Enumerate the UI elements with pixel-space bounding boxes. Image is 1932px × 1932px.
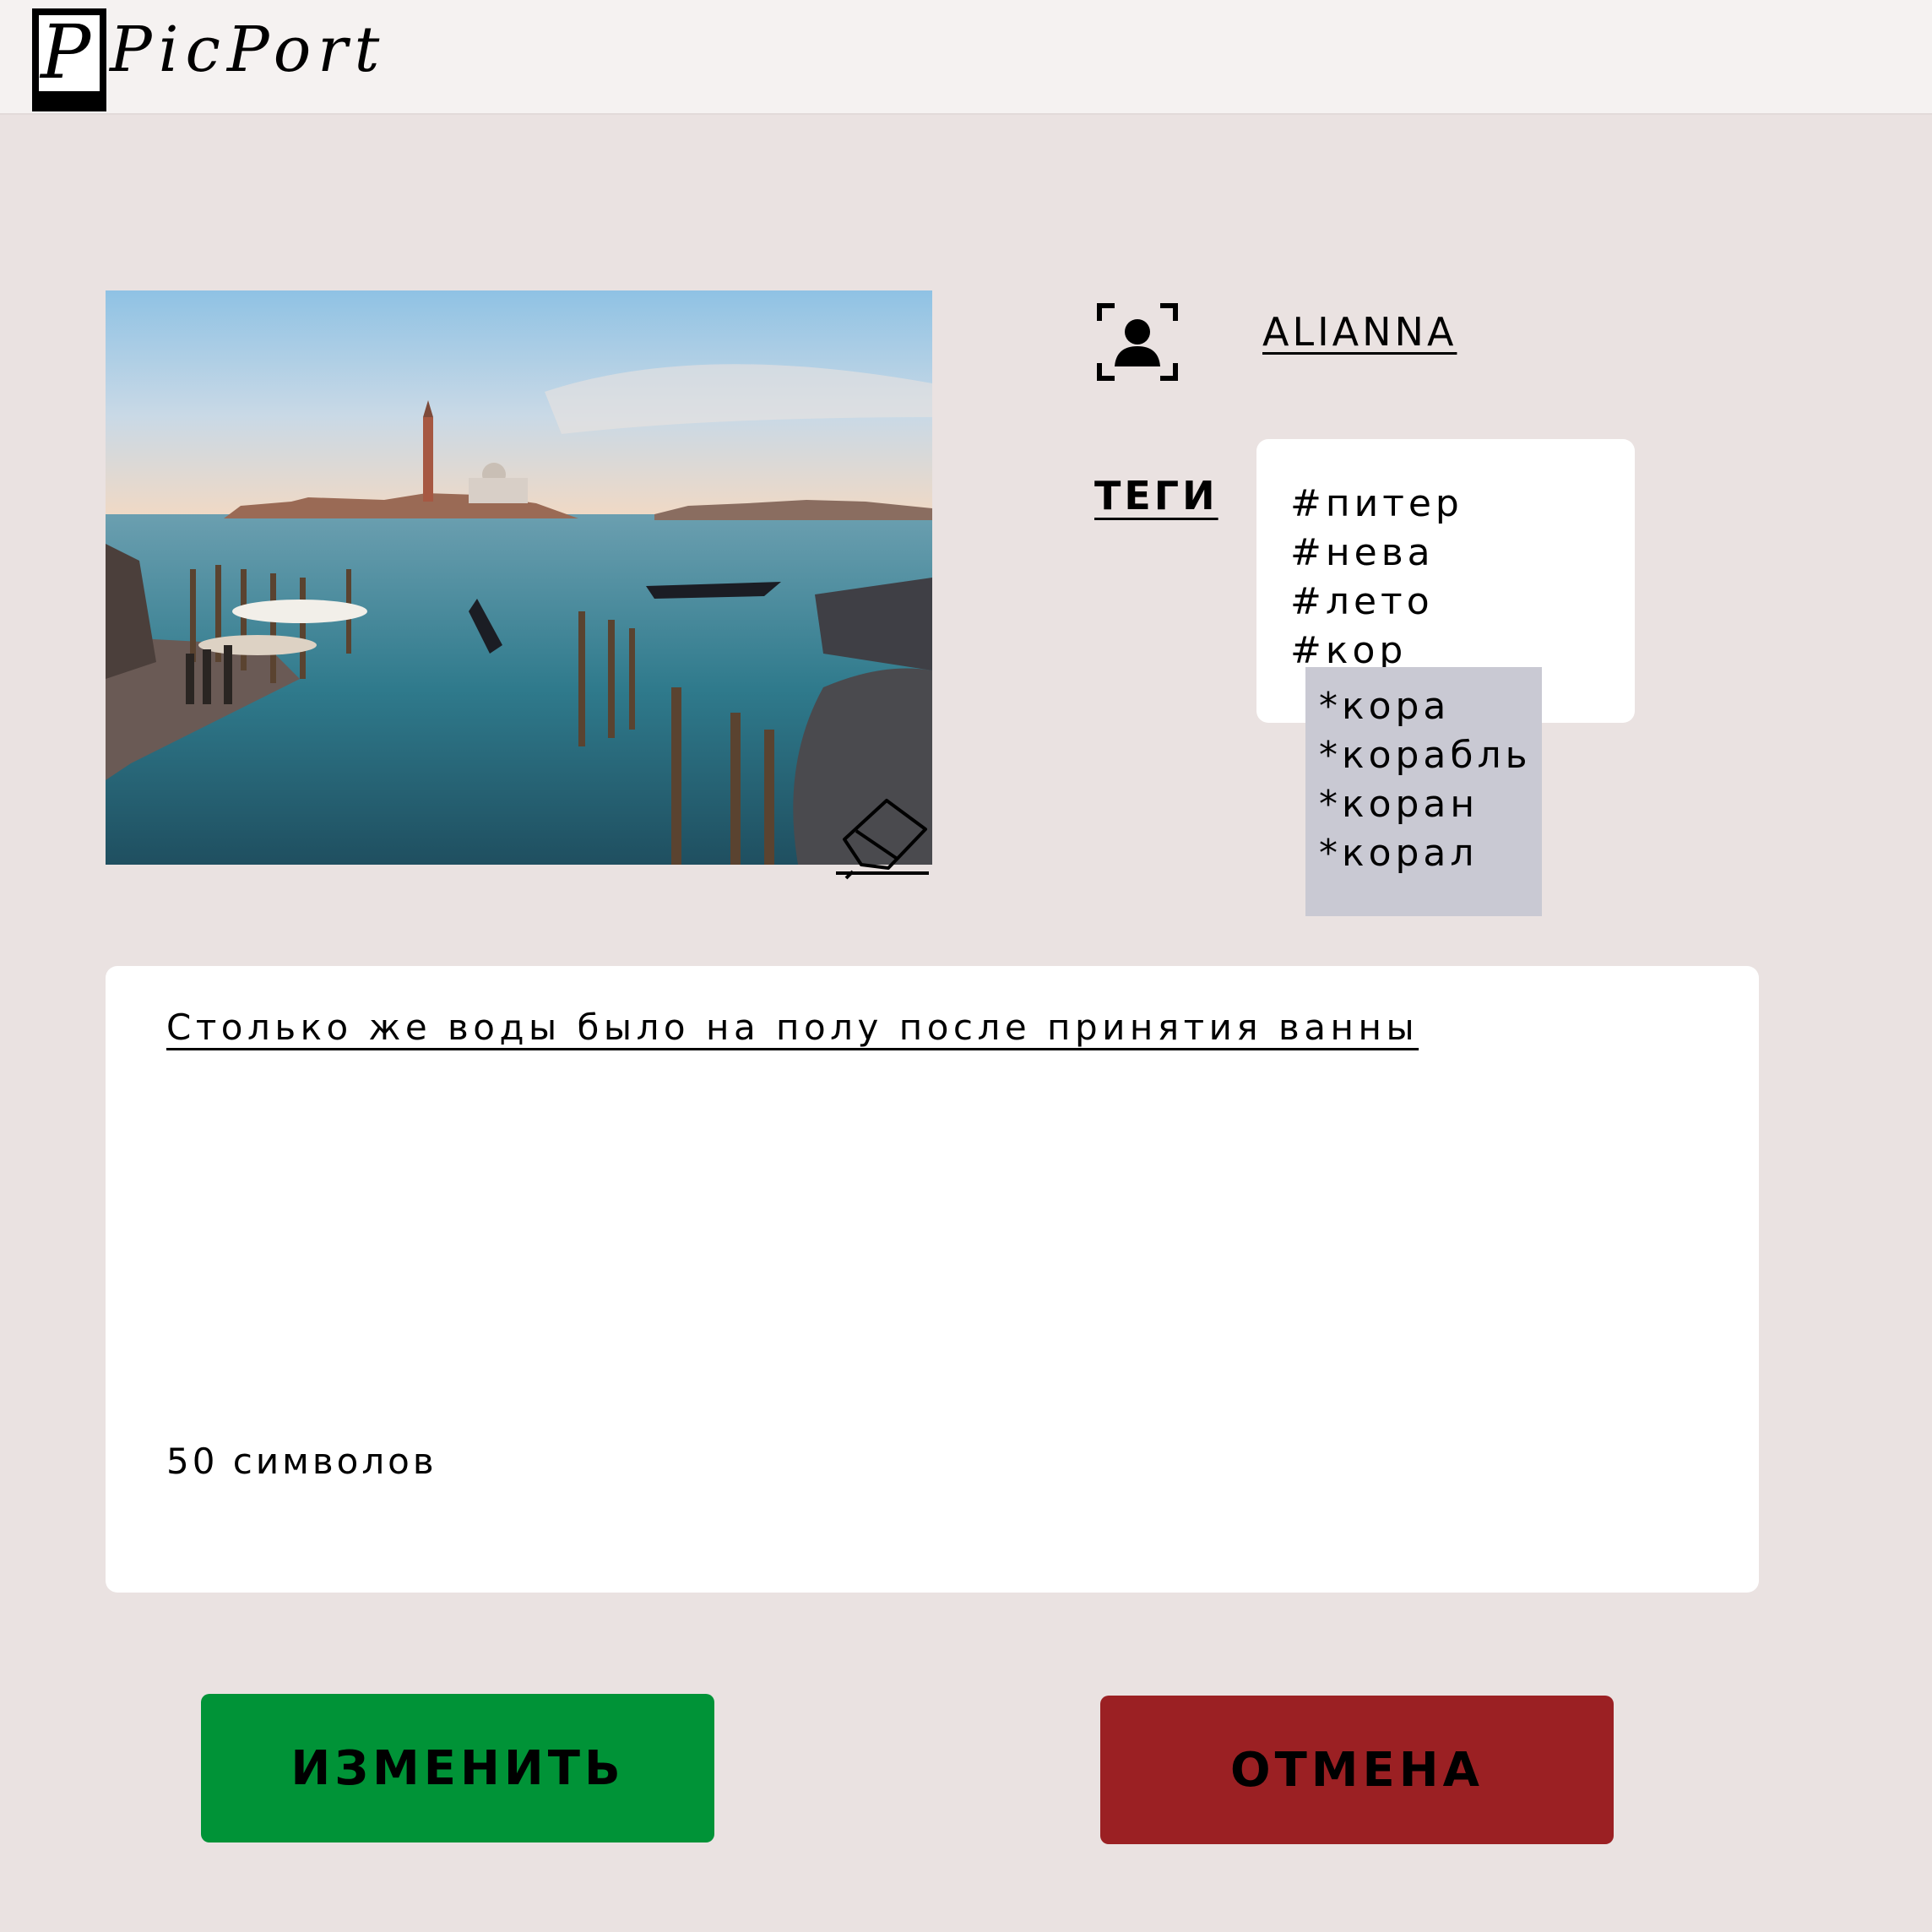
username-link[interactable]: ALIANNA: [1262, 309, 1457, 355]
logo-text: PicPort: [110, 14, 387, 86]
tag-item: #нева: [1290, 531, 1435, 574]
tag-suggestion-item[interactable]: *корал: [1319, 829, 1542, 878]
description-textarea[interactable]: Столько же воды было на полу после приня…: [106, 966, 1759, 1593]
tag-item: #питер: [1290, 482, 1463, 525]
app-header: P PicPort: [0, 0, 1932, 115]
tag-suggestion-item[interactable]: *кора: [1319, 682, 1542, 731]
tag-item: #лето: [1290, 580, 1434, 623]
change-button[interactable]: ИЗМЕНИТЬ: [201, 1694, 714, 1842]
eraser-icon[interactable]: [828, 790, 932, 882]
logo[interactable]: P PicPort: [32, 8, 386, 111]
cancel-button[interactable]: ОТМЕНА: [1100, 1696, 1614, 1844]
tag-suggestion-item[interactable]: *корабль: [1319, 731, 1542, 780]
logo-mark: P: [32, 8, 106, 111]
post-photo: [106, 290, 932, 865]
description-text: Столько же воды было на полу после приня…: [166, 1007, 1419, 1048]
user-avatar-icon[interactable]: [1096, 302, 1179, 382]
tags-label: ТЕГИ: [1094, 473, 1218, 518]
tag-suggestion-item[interactable]: *коран: [1319, 780, 1542, 829]
tag-suggestions-dropdown: *кора *корабль *коран *корал: [1305, 667, 1542, 916]
char-counter: 50 символов: [166, 1441, 437, 1482]
